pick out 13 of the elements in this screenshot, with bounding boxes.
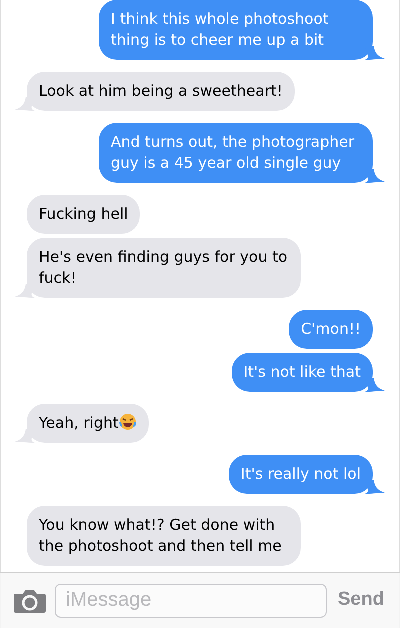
message-bubble: It's really not lol [228,455,373,494]
message-bubble: Fucking hell [27,195,140,234]
message-bubble: Look at him being a sweetheart! [27,72,295,111]
message-bubble: You know what!? Get done with the photoshoot and then tell me [27,506,301,566]
message-bubble: It's not like that [232,353,373,392]
message-field[interactable]: iMessage [55,584,327,618]
message-bubble: Yeah, right [27,404,149,443]
message-bubble: C'mon!! [289,310,373,349]
send-button[interactable]: Send [338,586,384,615]
camera-icon[interactable] [14,588,46,612]
message-bubble: I think this whole photoshoot thing is to cheer me up a bit [99,0,373,60]
message-bubble: He's even finding guys for you to fuck! [27,238,301,298]
message-bubble: And turns out, the photographer guy is a 45 year old single guy [99,123,373,183]
